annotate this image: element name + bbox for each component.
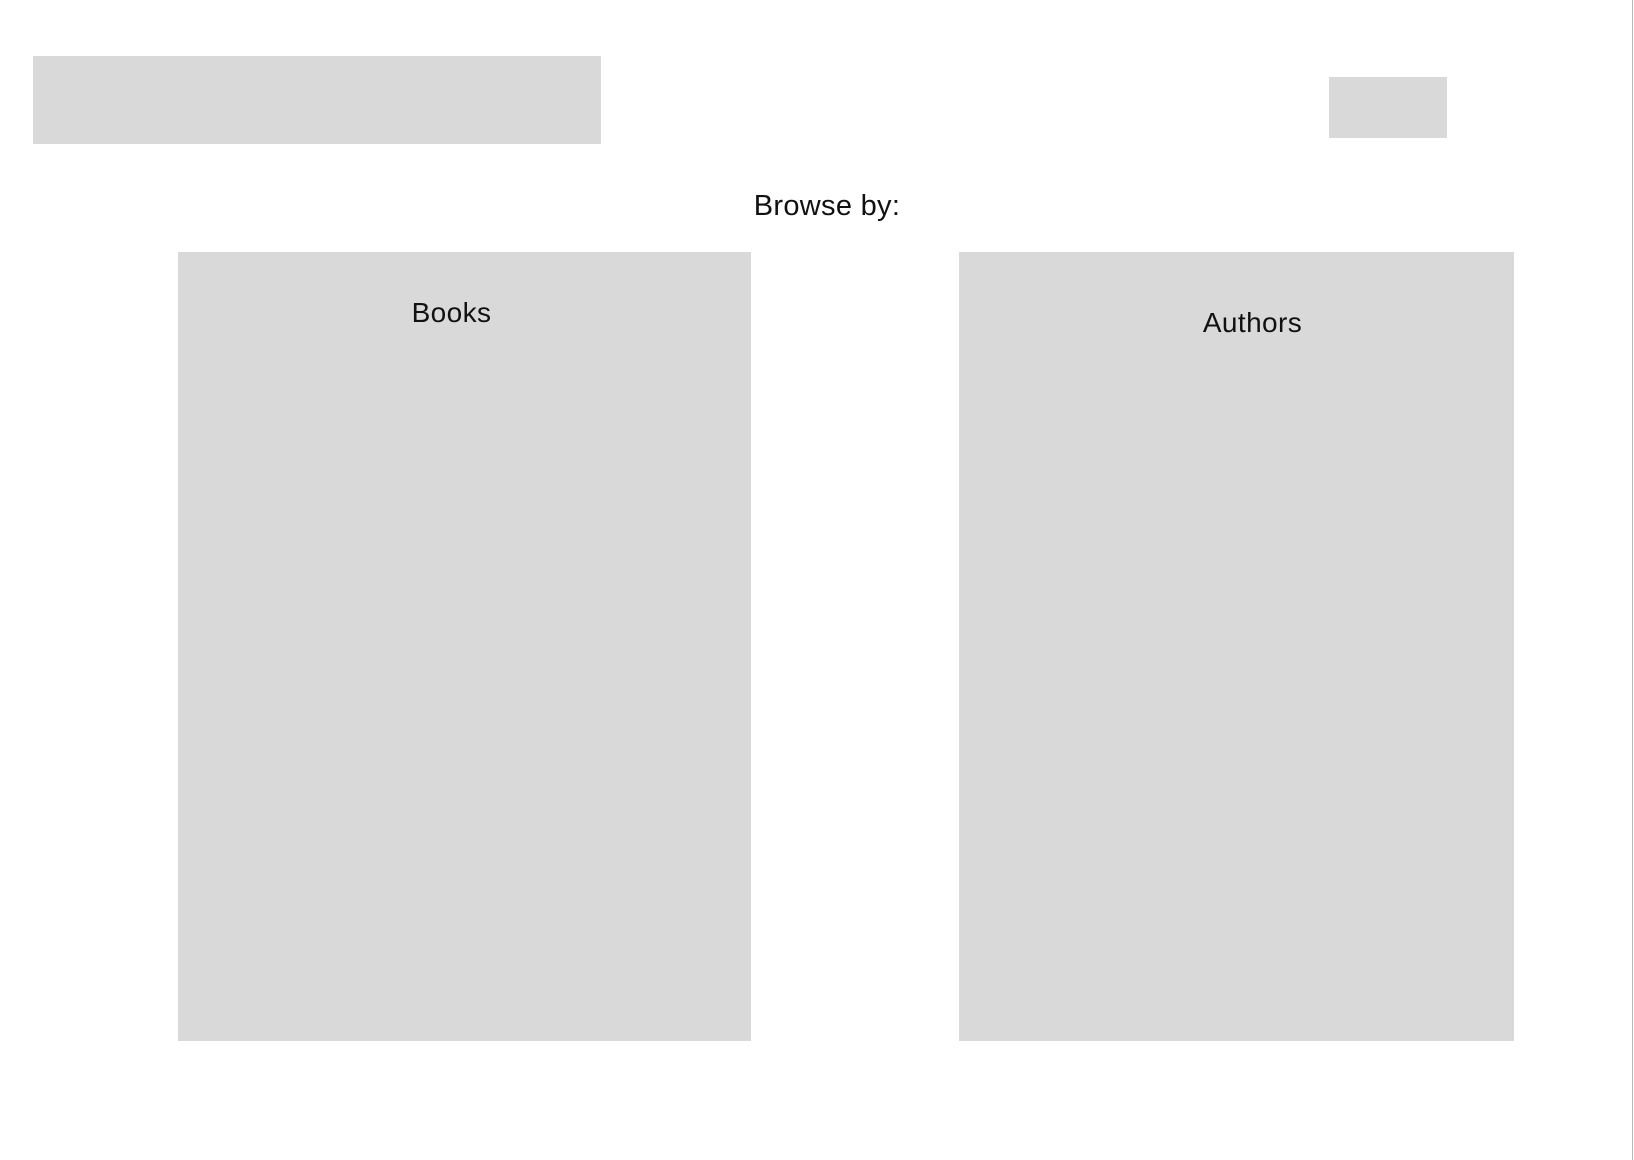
header-placeholder bbox=[33, 56, 601, 144]
page-right-border bbox=[1632, 0, 1633, 1160]
books-card-label: Books bbox=[411, 297, 492, 328]
authors-card-label: Authors bbox=[1202, 307, 1303, 338]
browse-authors-card[interactable]: Authors bbox=[959, 252, 1514, 1041]
header-action-button[interactable] bbox=[1329, 77, 1447, 138]
browse-by-label: Browse by: bbox=[753, 190, 901, 222]
browse-books-card[interactable]: Books bbox=[178, 252, 751, 1041]
